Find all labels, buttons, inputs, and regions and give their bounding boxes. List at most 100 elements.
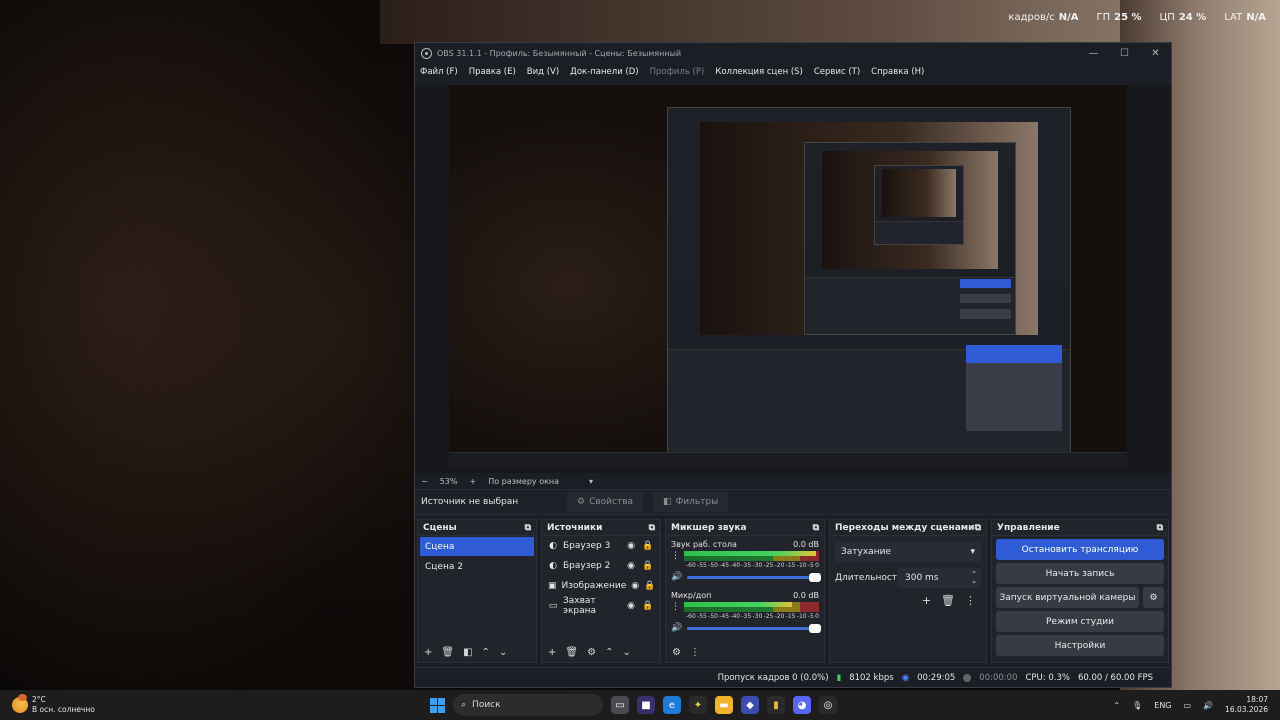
weather-widget[interactable]: 2°C В осн. солнечно	[12, 694, 392, 715]
search-input[interactable]: ⌕ Поиск	[453, 694, 603, 716]
task-view-icon[interactable]: ▭	[611, 696, 629, 714]
undock-icon[interactable]: ⧉	[525, 523, 531, 533]
scale-tick: -25	[763, 562, 774, 569]
maximize-button[interactable]: ☐	[1109, 43, 1140, 63]
gear-icon[interactable]: ⚙	[587, 647, 596, 658]
menu-help[interactable]: Справка (H)	[871, 67, 924, 77]
menu-edit[interactable]: Правка (E)	[469, 67, 516, 77]
start-recording-button[interactable]: Начать запись	[996, 563, 1164, 584]
volume-icon[interactable]: 🔊	[1203, 701, 1213, 710]
eye-icon[interactable]: ◉	[631, 581, 639, 591]
menu-file[interactable]: Файл (F)	[420, 67, 458, 77]
add-icon[interactable]: +	[548, 647, 556, 658]
filters-button[interactable]: ◧ Фильтры	[653, 492, 729, 512]
volume-slider[interactable]	[687, 623, 821, 633]
undock-icon[interactable]: ⧉	[975, 523, 981, 533]
source-item[interactable]: ▭ Захват экрана ◉ 🔒	[542, 596, 660, 616]
app-icon[interactable]: ✦	[689, 696, 707, 714]
eye-icon[interactable]: ◉	[625, 601, 637, 611]
add-icon[interactable]: +	[424, 647, 432, 658]
menu-tools[interactable]: Сервис (T)	[814, 67, 860, 77]
move-up-icon[interactable]: ⌃	[482, 647, 490, 658]
fps-readout: 60.00 / 60.00 FPS	[1077, 672, 1153, 683]
title-bar[interactable]: OBS 31.1.1 - Профиль: Безымянный - Сцены…	[415, 43, 1171, 63]
move-down-icon[interactable]: ⌄	[499, 647, 507, 658]
undock-icon[interactable]: ⧉	[813, 523, 819, 533]
volume-slider[interactable]	[687, 572, 821, 582]
lock-icon[interactable]: 🔒	[642, 601, 654, 611]
source-item[interactable]: ▣ Изображение ◉ 🔒	[542, 576, 660, 596]
start-icon[interactable]	[430, 697, 445, 713]
minimize-button[interactable]: —	[1078, 43, 1109, 63]
add-icon[interactable]: +	[922, 594, 931, 607]
source-item[interactable]: ◐ Браузер 3 ◉ 🔒	[542, 536, 660, 556]
edge-icon[interactable]: e	[663, 696, 681, 714]
studio-mode-button[interactable]: Режим студии	[996, 611, 1164, 632]
stream-icon: ◉	[901, 672, 910, 683]
language-indicator[interactable]: ENG	[1154, 701, 1171, 710]
visual-studio-icon[interactable]: ◆	[741, 696, 759, 714]
eye-icon[interactable]: ◉	[625, 541, 637, 551]
filter-icon[interactable]: ◧	[463, 647, 472, 658]
menu-view[interactable]: Вид (V)	[527, 67, 559, 77]
volume-meter	[684, 551, 819, 561]
meet-icon[interactable]: ■	[637, 696, 655, 714]
more-icon[interactable]: ⋮	[671, 551, 680, 561]
obs-taskbar-icon[interactable]: ◎	[819, 696, 837, 714]
slider-handle[interactable]	[809, 572, 821, 582]
network-icon[interactable]: ▭	[1184, 701, 1192, 710]
more-icon[interactable]: ⋮	[965, 594, 976, 607]
microphone-icon[interactable]: 🎙	[1132, 701, 1142, 710]
slider-handle[interactable]	[809, 623, 821, 633]
duration-input[interactable]: 300 ms ⌃ ⌄	[897, 568, 981, 588]
close-button[interactable]: ✕	[1140, 43, 1171, 63]
speaker-icon[interactable]: 🔊	[671, 572, 682, 582]
scale-tick: -40	[730, 562, 741, 569]
stop-streaming-button[interactable]: Остановить трансляцию	[996, 539, 1164, 560]
source-item[interactable]: ◐ Браузер 2 ◉ 🔒	[542, 556, 660, 576]
meter-scale: -60 -55 -50 -45 -40 -35 -30 -25 -20 -15 -10 -5 0	[671, 562, 819, 569]
clock[interactable]: 18:07 16.03.2026	[1225, 695, 1268, 715]
lock-icon[interactable]: 🔒	[642, 561, 654, 571]
lock-icon[interactable]: 🔒	[644, 581, 655, 591]
scene-item[interactable]: Сцена 2	[420, 557, 534, 576]
search-icon: ⌕	[461, 700, 467, 710]
more-icon[interactable]: ⋮	[671, 602, 680, 612]
undock-icon[interactable]: ⧉	[649, 523, 655, 533]
gear-icon: ⚙	[1149, 592, 1158, 603]
menu-docks[interactable]: Док-панели (D)	[570, 67, 638, 77]
zoom-out-button[interactable]: −	[421, 477, 428, 486]
trash-icon[interactable]: 🗑	[941, 594, 955, 607]
move-up-icon[interactable]: ⌃	[605, 647, 613, 658]
scale-mode-select[interactable]: По размеру окна ▾	[488, 477, 593, 486]
eye-icon[interactable]: ◉	[625, 561, 637, 571]
scale-tick: -40	[730, 613, 741, 620]
settings-button[interactable]: Настройки	[996, 635, 1164, 656]
spinner-icon[interactable]: ⌃ ⌄	[971, 571, 977, 585]
speaker-icon[interactable]: 🔊	[671, 623, 682, 633]
menu-scene-collection[interactable]: Коллекция сцен (S)	[715, 67, 803, 77]
trash-icon[interactable]: 🗑	[441, 647, 454, 658]
preview-canvas[interactable]	[449, 85, 1127, 468]
system-tray: ⌃ 🎙 ENG ▭ 🔊 18:07 16.03.2026	[1113, 695, 1280, 715]
scene-item[interactable]: Сцена	[420, 537, 534, 556]
properties-button[interactable]: ⚙ Свойства	[567, 492, 644, 512]
window-title: OBS 31.1.1 - Профиль: Безымянный - Сцены…	[437, 48, 682, 58]
zoom-in-button[interactable]: +	[469, 477, 476, 486]
advanced-audio-icon[interactable]: ⚙	[672, 647, 681, 658]
transition-select[interactable]: Затухание ▾	[835, 542, 981, 562]
chevron-up-icon[interactable]: ⌃	[1113, 701, 1120, 710]
controls-dock: Управление ⧉ Остановить трансляцию Начат…	[991, 519, 1169, 663]
folder-icon[interactable]: ▬	[715, 696, 733, 714]
undock-icon[interactable]: ⧉	[1157, 523, 1163, 533]
discord-icon[interactable]: ◕	[793, 696, 811, 714]
more-icon[interactable]: ⋮	[690, 647, 700, 658]
scale-tick: -25	[763, 613, 774, 620]
move-down-icon[interactable]: ⌄	[622, 647, 630, 658]
trash-icon[interactable]: 🗑	[565, 647, 578, 658]
virtual-camera-settings-button[interactable]: ⚙	[1143, 587, 1164, 608]
lock-icon[interactable]: 🔒	[642, 541, 654, 551]
stats-icon[interactable]: ▮	[767, 696, 785, 714]
preview-area[interactable]	[415, 85, 1171, 473]
start-virtual-camera-button[interactable]: Запуск виртуальной камеры	[996, 587, 1139, 608]
